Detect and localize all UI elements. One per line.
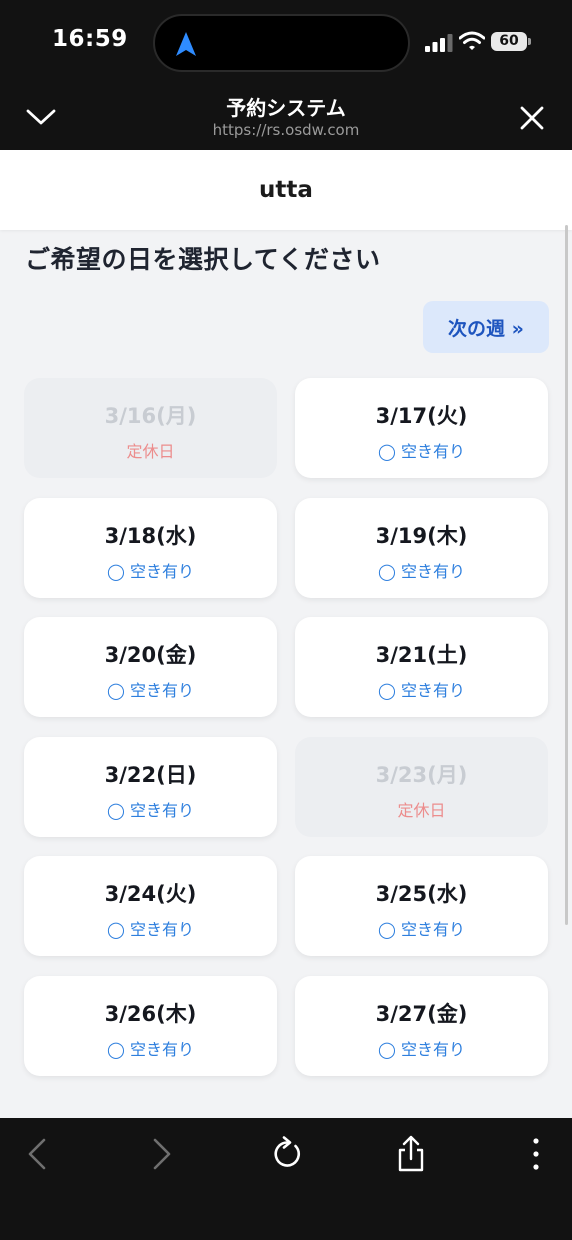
day-date: 3/19(木) [375,523,468,548]
day-card[interactable]: 3/27(金) ◯ 空き有り [295,975,548,1076]
browser-header: 予約システム https://rs.osdw.com [0,80,572,150]
day-card[interactable]: 3/18(水) ◯ 空き有り [24,497,277,598]
location-arrow-icon [176,32,196,56]
day-date: 3/16(月) [104,404,197,428]
availability-status: ◯ 空き有り [378,1039,465,1059]
battery-icon: 60 [491,32,531,51]
day-date: 3/25(水) [375,882,468,906]
share-icon[interactable] [389,1132,433,1176]
day-card[interactable]: 3/21(土) ◯ 空き有り [295,617,548,717]
page-scrollbar[interactable] [565,225,568,925]
browser-toolbar [0,1118,572,1240]
battery-level: 60 [491,32,527,51]
screen: 16:59 60 予約システム https://rs.osdw.com utta… [0,0,572,1240]
web-page: utta ご希望の日を選択してください 次の週 » 3/16(月) 定休日 3/17… [0,150,572,1118]
availability-status: ◯ 空き有り [378,920,465,939]
closed-day-status: 定休日 [397,800,446,820]
availability-status: ◯ 空き有り [378,442,465,461]
day-card[interactable]: 3/17(火) ◯ 空き有り [295,378,548,478]
signal-bars-icon [425,34,453,52]
day-card[interactable]: 3/22(日) ◯ 空き有り [24,736,277,837]
close-icon[interactable] [518,104,546,132]
app-header: utta [0,150,572,230]
forward-arrow-icon[interactable] [139,1132,183,1176]
status-time: 16:59 [52,26,128,52]
day-date: 3/22(日) [104,762,197,787]
availability-status: ◯ 空き有り [378,681,465,700]
more-icon[interactable] [514,1132,558,1176]
day-card[interactable]: 3/20(金) ◯ 空き有り [24,617,277,717]
reload-icon[interactable] [265,1132,309,1176]
availability-status: ◯ 空き有り [107,681,194,700]
availability-status: ◯ 空き有り [107,800,194,820]
day-date: 3/17(火) [375,404,468,428]
browser-page-title: 予約システム [226,96,346,120]
availability-status: ◯ 空き有り [107,920,194,939]
day-card[interactable]: 3/24(火) ◯ 空き有り [24,856,277,956]
day-date: 3/26(木) [104,1001,197,1026]
day-card[interactable]: 3/19(木) ◯ 空き有り [295,497,548,598]
app-title: utta [259,177,313,203]
day-card: 3/16(月) 定休日 [24,378,277,478]
back-arrow-icon[interactable] [16,1132,60,1176]
day-card[interactable]: 3/26(木) ◯ 空き有り [24,975,277,1076]
day-date: 3/20(金) [104,643,197,667]
status-bar: 16:59 60 [0,0,572,80]
availability-status: ◯ 空き有り [107,561,194,581]
availability-status: ◯ 空き有り [378,561,465,581]
day-card: 3/23(月) 定休日 [295,736,548,837]
closed-day-status: 定休日 [126,442,175,461]
day-date: 3/27(金) [375,1001,468,1026]
next-week-button[interactable]: 次の週 » [423,301,549,353]
day-date: 3/18(水) [104,523,197,548]
day-card[interactable]: 3/25(水) ◯ 空き有り [295,856,548,956]
day-date: 3/21(土) [375,643,468,667]
wifi-icon [459,31,485,50]
page-heading: ご希望の日を選択してください [25,245,381,274]
day-date: 3/23(月) [375,762,468,787]
availability-status: ◯ 空き有り [107,1039,194,1059]
browser-url[interactable]: https://rs.osdw.com [0,121,572,139]
dynamic-island [153,14,410,72]
day-date: 3/24(火) [104,882,197,906]
